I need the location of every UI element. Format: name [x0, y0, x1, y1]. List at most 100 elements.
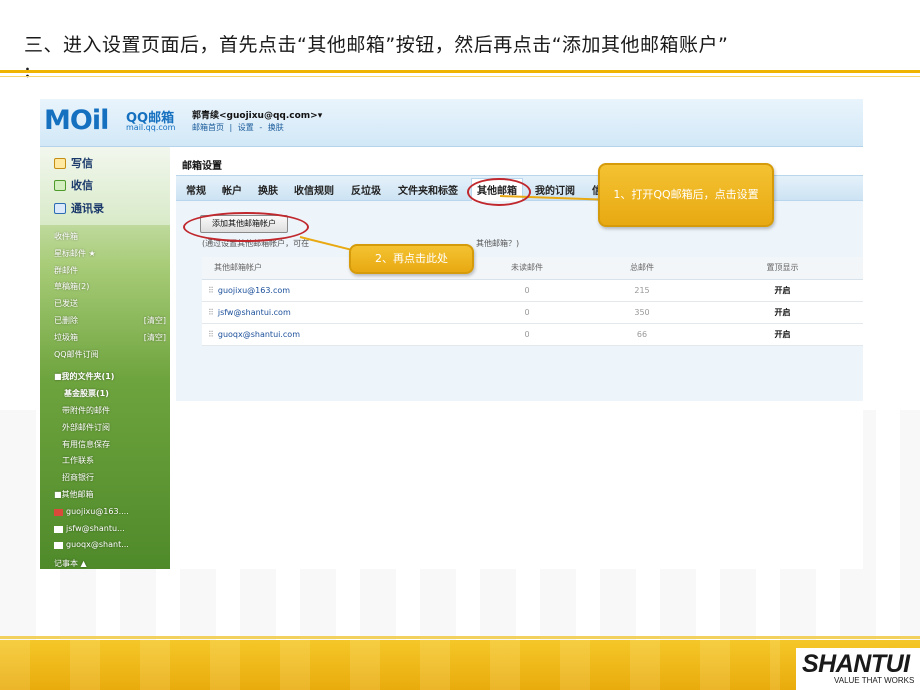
shantui-logo: SHANTUI [802, 650, 910, 678]
slide-title: 三、进入设置页面后，首先点击“其他邮箱”按钮，然后再点击“添加其他邮箱账户” [24, 34, 729, 56]
callout-step2: 2、再点击此处 [349, 244, 474, 274]
table-row: ⠿ guojixu@163.com 0 215 开启 [202, 279, 863, 302]
folder-label: 已删除 [54, 315, 78, 325]
tab-subscriptions[interactable]: 我的订阅 [535, 182, 575, 197]
home-link[interactable]: 邮箱首页 [192, 123, 224, 132]
sidebar-item-bank[interactable]: 招商银行 [54, 470, 166, 487]
folder-label: 草稿箱(2) [54, 282, 90, 292]
accounts-table: 其他邮箱帐户 未读邮件 总邮件 置顶显示 ⠿ guojixu@163.com 0 … [202, 257, 863, 346]
total-count: 215 [582, 279, 702, 302]
address-book-icon [54, 202, 66, 214]
other-mail-header[interactable]: ■其他邮箱 [54, 487, 166, 504]
account-name: jsfw@shantui.com [217, 307, 291, 317]
user-account[interactable]: 郭青续<guojixu@qq.com>▾ [192, 108, 322, 121]
panel-title: 邮箱设置 [182, 161, 222, 172]
contacts-button[interactable]: 通讯录 [54, 200, 104, 216]
folder-label: 星标邮件 ★ [54, 248, 96, 258]
sidebar-item-subscriptions[interactable]: QQ邮件订阅 [54, 347, 166, 364]
drag-handle-icon[interactable]: ⠿ [208, 286, 214, 295]
account-cell[interactable]: ⠿ jsfw@shantui.com [202, 301, 472, 324]
table-row: ⠿ jsfw@shantui.com 0 350 开启 [202, 301, 863, 324]
sidebar-item-other-guoqx[interactable]: guoqx@shant... [54, 537, 166, 554]
mail-domain: mail.qq.com [126, 123, 176, 132]
other-mail-label: jsfw@shantu... [66, 523, 125, 533]
receive-button[interactable]: 收信 [54, 177, 93, 193]
column-header-unread: 未读邮件 [472, 257, 582, 280]
link-separator: - [259, 123, 263, 132]
other-mail-label: guoqx@shant... [66, 540, 129, 550]
table-row: ⠿ guoqx@shantui.com 0 66 开启 [202, 323, 863, 346]
tab-skin[interactable]: 换肤 [258, 182, 278, 197]
envelope-icon [54, 508, 63, 516]
my-folders-header[interactable]: ■我的文件夹(1) [54, 369, 166, 386]
footer-stripe [0, 636, 920, 639]
chevron-down-icon: ▾ [317, 111, 323, 121]
sidebar-item-spam[interactable]: 垃圾箱 [清空] [54, 330, 166, 347]
sidebar-item-group-mail[interactable]: 群邮件 [54, 263, 166, 280]
total-count: 350 [582, 301, 702, 324]
pin-enable-link[interactable]: 开启 [702, 323, 863, 346]
tab-anti-spam[interactable]: 反垃圾 [351, 182, 381, 197]
envelope-icon [54, 542, 63, 550]
column-header-pin: 置顶显示 [702, 257, 863, 280]
unread-count: 0 [472, 301, 582, 324]
drag-handle-icon[interactable]: ⠿ [208, 308, 214, 317]
empty-spam-link[interactable]: [清空] [144, 330, 166, 347]
sidebar-item-external[interactable]: 外部邮件订阅 [54, 420, 166, 437]
table-header-row: 其他邮箱帐户 未读邮件 总邮件 置顶显示 [202, 257, 863, 280]
sidebar-item-work[interactable]: 工作联系 [54, 453, 166, 470]
unread-count: 0 [472, 279, 582, 302]
title-divider-thin [0, 76, 920, 77]
total-count: 66 [582, 323, 702, 346]
sidebar-item-drafts[interactable]: 草稿箱(2) [54, 279, 166, 296]
sidebar-item-useful-info[interactable]: 有用信息保存 [54, 437, 166, 454]
tab-general[interactable]: 常规 [186, 182, 206, 197]
inbox-icon [54, 179, 66, 191]
folder-label: 垃圾箱 [54, 332, 78, 342]
folder-label: 群邮件 [54, 265, 78, 275]
folder-label: 已发送 [54, 299, 78, 309]
mail-sidebar: 写信 收信 通讯录 收件箱 星标邮件 ★ 群邮件 草稿箱(2) 已发送 已删除 [… [40, 147, 170, 569]
contacts-label: 通讯录 [71, 202, 104, 215]
folder-label: 收件箱 [54, 232, 78, 241]
envelope-icon [54, 525, 63, 533]
tab-folders[interactable]: 文件夹和标签 [398, 182, 458, 197]
panel-blank-area [176, 401, 863, 569]
tab-account[interactable]: 帐户 [222, 182, 242, 197]
sidebar-item-attachments[interactable]: 带附件的邮件 [54, 403, 166, 420]
hint-help-link[interactable]: 其他邮箱？) [476, 238, 519, 249]
pin-enable-link[interactable]: 开启 [702, 301, 863, 324]
sidebar-item-funds[interactable]: 基金股票(1) [54, 386, 166, 403]
settings-link[interactable]: 设置 [238, 123, 254, 132]
skin-link[interactable]: 换肤 [268, 123, 284, 132]
link-separator: | [229, 123, 233, 132]
account-cell[interactable]: ⠿ guoqx@shantui.com [202, 323, 472, 346]
sidebar-item-deleted[interactable]: 已删除 [清空] [54, 313, 166, 330]
footer-pattern [0, 640, 780, 690]
write-button[interactable]: 写信 [54, 155, 93, 171]
account-cell[interactable]: ⠿ guojixu@163.com [202, 279, 472, 302]
empty-trash-link[interactable]: [清空] [144, 313, 166, 330]
sidebar-item-notepad[interactable]: 记事本 ▲ [54, 556, 166, 569]
pencil-icon [54, 157, 66, 169]
tab-rules[interactable]: 收信规则 [294, 182, 334, 197]
mail-header: MOil QQ邮箱 mail.qq.com 郭青续<guojixu@qq.com… [40, 99, 863, 147]
sidebar-item-inbox[interactable]: 收件箱 [54, 229, 166, 246]
write-label: 写信 [71, 157, 93, 170]
folder-list: 收件箱 星标邮件 ★ 群邮件 草稿箱(2) 已发送 已删除 [清空] 垃圾箱 [清空… [54, 229, 166, 569]
account-name: guojixu@163.com [217, 285, 291, 295]
mail-logo[interactable]: MOil [44, 105, 109, 136]
brand-slogan: VALUE THAT WORKS [834, 676, 915, 685]
highlight-ring-add-button [183, 212, 309, 242]
drag-handle-icon[interactable]: ⠿ [208, 330, 214, 339]
folder-label: QQ邮件订阅 [54, 349, 99, 359]
sidebar-item-sent[interactable]: 已发送 [54, 296, 166, 313]
callout-step1: 1、打开QQ邮箱后，点击设置 [598, 163, 774, 227]
sidebar-item-starred[interactable]: 星标邮件 ★ [54, 246, 166, 263]
account-name: guoqx@shantui.com [217, 329, 300, 339]
sidebar-item-other-163[interactable]: guojixu@163.... [54, 504, 166, 521]
highlight-ring-other-mail-tab [467, 178, 531, 206]
pin-enable-link[interactable]: 开启 [702, 279, 863, 302]
sidebar-item-other-jsfw[interactable]: jsfw@shantu... [54, 521, 166, 538]
user-display-name: 郭青续<guojixu@qq.com> [192, 111, 318, 121]
